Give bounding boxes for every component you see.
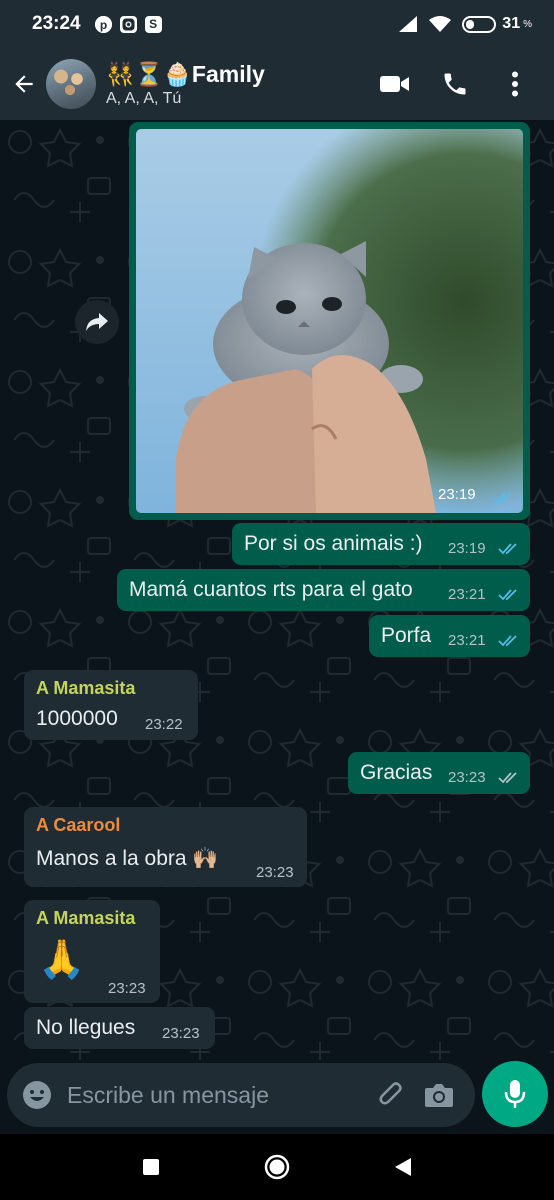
message-time: 23:21: [448, 586, 486, 603]
message-sender[interactable]: A Caarool: [36, 815, 120, 836]
message-sender[interactable]: A Mamasita: [36, 678, 135, 699]
back-nav-button[interactable]: [386, 1150, 420, 1184]
emoji-button[interactable]: [7, 1063, 67, 1127]
chat-title: 👯⏳🧁Family: [106, 60, 378, 88]
incoming-message[interactable]: A Mamasita 🙏 23:23: [24, 900, 160, 1003]
incoming-message[interactable]: A Mamasita 1000000 23:22: [24, 670, 198, 740]
incoming-message[interactable]: A Caarool Manos a la obra 🙌🏼 23:23: [24, 807, 307, 887]
message-time: 23:23: [448, 769, 486, 786]
message-input-container[interactable]: Escribe un mensaje: [7, 1063, 475, 1127]
message-time: 23:21: [448, 632, 486, 649]
cellular-signal-icon: [399, 16, 418, 32]
more-options-button[interactable]: [498, 67, 532, 101]
outgoing-message[interactable]: Por si os animais :) 23:19: [232, 523, 530, 565]
message-time: 23:23: [256, 864, 294, 881]
read-ticks-icon: [498, 635, 517, 647]
video-camera-icon: [380, 76, 409, 92]
attach-button[interactable]: [367, 1063, 415, 1127]
message-text: Por si os animais :): [244, 532, 423, 555]
circle-icon: [264, 1154, 290, 1180]
wifi-icon: [429, 16, 452, 32]
message-emoji: 🙏: [38, 939, 86, 981]
outgoing-message[interactable]: Gracias 23:23: [348, 752, 530, 794]
voice-message-button[interactable]: [482, 1061, 548, 1127]
s-app-icon: S: [144, 15, 162, 33]
chat-title-text: Family: [191, 61, 265, 87]
message-time: 23:19: [448, 540, 486, 557]
message-list[interactable]: 23:19 Por si os animais :) 23:19 Mamá cu…: [0, 120, 554, 1060]
delivered-ticks-icon: [498, 772, 517, 784]
message-composer: Escribe un mensaje: [0, 1060, 554, 1134]
outgoing-message[interactable]: Mamá cuantos rts para el gato 23:21: [117, 569, 530, 611]
message-text: Gracias: [360, 761, 433, 784]
camera-icon: [425, 1084, 453, 1107]
square-icon: [143, 1159, 159, 1175]
phone-icon: [444, 73, 466, 95]
battery-indicator: 31 %: [462, 15, 532, 33]
message-time: 23:19: [438, 486, 476, 503]
read-ticks-icon: [492, 492, 511, 504]
battery-percentage: 31: [502, 15, 521, 32]
kebab-menu-icon: [512, 71, 518, 97]
kitten-photo[interactable]: 23:19: [136, 129, 523, 513]
pinterest-icon: p: [94, 15, 112, 33]
instagram-icon: [119, 15, 137, 33]
chat-info[interactable]: 👯⏳🧁Family A, A, A, Tú: [106, 60, 378, 108]
chat-header: 👯⏳🧁Family A, A, A, Tú: [0, 48, 554, 120]
svg-text:p: p: [99, 18, 106, 32]
triangle-back-icon: [395, 1158, 411, 1176]
smiley-icon: [23, 1081, 51, 1109]
outgoing-message[interactable]: Porfa 23:21: [369, 615, 530, 657]
chat-participants: A, A, A, Tú: [106, 90, 182, 107]
status-indicators: 31 %: [398, 15, 532, 33]
message-input[interactable]: Escribe un mensaje: [67, 1082, 367, 1109]
recents-button[interactable]: [134, 1150, 168, 1184]
message-time: 23:23: [162, 1025, 200, 1042]
message-text: No llegues: [36, 1016, 136, 1039]
message-text: Manos a la obra 🙌🏼: [36, 847, 219, 870]
message-text: 1000000: [36, 707, 118, 730]
forward-button[interactable]: [75, 300, 119, 344]
message-time: 23:22: [145, 716, 183, 733]
system-navigation-bar: [0, 1134, 554, 1200]
camera-button[interactable]: [415, 1063, 463, 1127]
image-message[interactable]: 23:19: [129, 122, 530, 520]
message-text: Mamá cuantos rts para el gato: [129, 578, 413, 601]
back-button[interactable]: [2, 54, 46, 114]
chat-title-emoji: 👯⏳🧁: [106, 61, 192, 87]
arrow-left-icon: [15, 75, 33, 93]
video-call-button[interactable]: [378, 67, 412, 101]
group-avatar[interactable]: [46, 59, 96, 109]
microphone-icon: [504, 1080, 526, 1108]
forward-arrow-icon: [86, 313, 108, 331]
header-actions: [378, 67, 532, 101]
home-button[interactable]: [260, 1150, 294, 1184]
status-time: 23:24: [32, 13, 81, 34]
message-text: Porfa: [381, 624, 432, 647]
voice-call-button[interactable]: [438, 67, 472, 101]
read-ticks-icon: [498, 543, 517, 555]
message-sender[interactable]: A Mamasita: [36, 908, 135, 929]
status-bar: 23:24 p S 31 %: [0, 0, 554, 48]
incoming-message[interactable]: No llegues 23:23: [24, 1007, 215, 1049]
message-time: 23:23: [108, 980, 146, 997]
read-ticks-icon: [498, 589, 517, 601]
battery-icon: [462, 15, 497, 33]
paperclip-icon: [379, 1082, 402, 1105]
status-notification-icons: p S: [94, 15, 162, 33]
